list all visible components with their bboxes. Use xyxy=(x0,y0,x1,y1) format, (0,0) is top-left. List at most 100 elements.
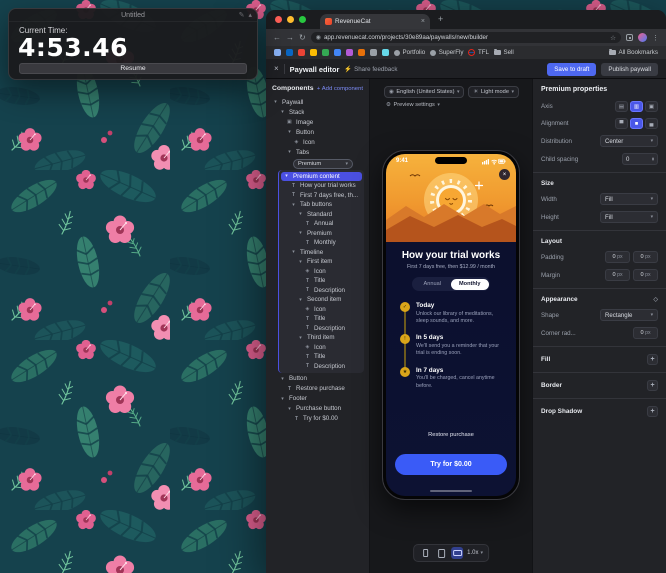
tree-item[interactable]: Tabs xyxy=(269,147,366,157)
width-dropdown[interactable]: Fill ▾ xyxy=(600,193,658,205)
tree-item[interactable]: Try for $0.00 xyxy=(269,414,366,424)
margin-input[interactable]: 0px xyxy=(633,269,658,281)
save-to-draft-button[interactable]: Save to draft xyxy=(547,63,596,76)
tree-item[interactable]: Third item xyxy=(281,333,362,343)
bookmark-star-icon[interactable]: ☆ xyxy=(610,34,616,42)
bookmark-favicon[interactable] xyxy=(322,49,329,56)
add-border-button[interactable]: + xyxy=(647,380,658,391)
zoom-level-dropdown[interactable]: 1.0x ▾ xyxy=(467,550,483,556)
tree-item[interactable]: Icon xyxy=(281,267,362,277)
purchase-cta-button[interactable]: Try for $0.00 xyxy=(395,454,507,475)
tree-item[interactable]: How your trial works xyxy=(281,181,362,191)
restore-purchase-link[interactable]: Restore purchase xyxy=(386,432,516,438)
tree-item[interactable]: Description xyxy=(281,324,362,334)
axis-vertical-button[interactable]: ▥ xyxy=(630,101,643,112)
tree-item[interactable]: First 7 days free, th... xyxy=(281,191,362,201)
profile-avatar[interactable] xyxy=(638,33,647,42)
child-spacing-input[interactable]: 0 ▴▾ xyxy=(622,153,658,165)
tree-item[interactable]: Tab buttons xyxy=(281,200,362,210)
bookmark-favicon[interactable] xyxy=(298,49,305,56)
add-fill-button[interactable]: + xyxy=(647,354,658,365)
close-window-button[interactable] xyxy=(275,16,282,23)
shape-dropdown[interactable]: Rectangle ▾ xyxy=(600,309,658,321)
browser-tab[interactable]: RevenueCat × xyxy=(320,14,430,29)
close-editor-icon[interactable]: × xyxy=(274,65,279,73)
bookmark-portfolio[interactable]: Portfolio xyxy=(394,49,425,56)
bookmark-superfly[interactable]: SuperFly xyxy=(430,49,463,56)
bookmark-favicon[interactable] xyxy=(274,49,281,56)
timer-titlebar[interactable]: Untitled ✎ ▴ xyxy=(9,9,257,22)
all-bookmarks-button[interactable]: All Bookmarks xyxy=(609,49,658,56)
tree-item[interactable]: Purchase button xyxy=(269,404,366,414)
plan-annual-tab[interactable]: Annual xyxy=(414,279,452,290)
tree-item[interactable]: Description xyxy=(281,286,362,296)
bookmark-favicon[interactable] xyxy=(346,49,353,56)
paywall-close-button[interactable]: × xyxy=(499,169,510,180)
bookmark-favicon[interactable] xyxy=(358,49,365,56)
bookmark-favicon[interactable] xyxy=(370,49,377,56)
align-start-button[interactable]: ▀ xyxy=(615,118,628,129)
tree-item[interactable]: Second item xyxy=(281,295,362,305)
tree-item[interactable]: Monthly xyxy=(281,238,362,248)
bookmark-favicon[interactable] xyxy=(382,49,389,56)
add-component-button[interactable]: + Add component xyxy=(317,86,363,92)
language-dropdown[interactable]: ◉ English (United States) ▾ xyxy=(384,86,464,98)
device-tablet-button[interactable] xyxy=(435,547,447,559)
bookmark-favicon[interactable] xyxy=(286,49,293,56)
tree-item[interactable]: Icon xyxy=(281,343,362,353)
corner-radius-input[interactable]: 0 px xyxy=(633,327,658,339)
height-dropdown[interactable]: Fill ▾ xyxy=(600,211,658,223)
bookmark-sell[interactable]: Sell xyxy=(494,49,514,56)
axis-zstack-button[interactable]: ▣ xyxy=(645,101,658,112)
forward-icon[interactable]: → xyxy=(286,34,294,42)
resume-button[interactable]: Resume xyxy=(19,63,247,74)
tree-item[interactable]: Title xyxy=(281,352,362,362)
extensions-icon[interactable] xyxy=(626,34,633,41)
publish-paywall-button[interactable]: Publish paywall xyxy=(601,63,658,76)
address-bar[interactable]: ◉ app.revenuecat.com/projects/30e89aa/pa… xyxy=(311,32,621,43)
site-info-icon[interactable]: ◉ xyxy=(316,34,321,41)
preview-settings-dropdown[interactable]: ⚙ Preview settings ▾ xyxy=(384,102,440,108)
tree-item[interactable]: Image xyxy=(269,117,366,127)
share-feedback-link[interactable]: ⚡ Share feedback xyxy=(344,65,397,73)
back-icon[interactable]: ← xyxy=(273,34,281,42)
axis-horizontal-button[interactable]: ▤ xyxy=(615,101,628,112)
tree-item[interactable]: Annual xyxy=(281,219,362,229)
tree-item[interactable]: Description xyxy=(281,362,362,372)
align-end-button[interactable]: ▄ xyxy=(645,118,658,129)
bookmark-favicon[interactable] xyxy=(334,49,341,56)
tree-item[interactable]: Restore purchase xyxy=(269,384,366,394)
zoom-window-button[interactable] xyxy=(299,16,306,23)
bookmark-favicon[interactable] xyxy=(310,49,317,56)
tree-item[interactable]: First item xyxy=(281,257,362,267)
reload-icon[interactable]: ↻ xyxy=(299,34,306,42)
distribution-dropdown[interactable]: Center ▾ xyxy=(600,135,658,147)
add-drop-shadow-button[interactable]: + xyxy=(647,406,658,417)
minimize-window-button[interactable] xyxy=(287,16,294,23)
align-center-button[interactable]: ■ xyxy=(630,118,643,129)
padding-input[interactable]: 0px xyxy=(605,251,630,263)
tree-item[interactable]: Button xyxy=(269,127,366,137)
tree-item[interactable]: Title xyxy=(281,314,362,324)
device-phone-button[interactable] xyxy=(419,547,431,559)
tree-item[interactable]: Standard xyxy=(281,210,362,220)
bookmark-tfl[interactable]: TFL xyxy=(468,49,489,56)
tree-item[interactable]: Icon xyxy=(281,305,362,315)
device-landscape-button[interactable] xyxy=(451,547,463,559)
expand-icon[interactable]: ▴ xyxy=(248,11,252,19)
tree-item[interactable]: Premium xyxy=(281,229,362,239)
padding-input[interactable]: 0px xyxy=(633,251,658,263)
edit-icon[interactable]: ✎ xyxy=(239,11,245,19)
tree-item[interactable]: Button xyxy=(269,374,366,384)
plan-monthly-tab[interactable]: Monthly xyxy=(451,279,489,290)
appearance-mode-dropdown[interactable]: ☀ Light mode ▾ xyxy=(468,86,519,98)
tree-item[interactable]: Timeline xyxy=(281,248,362,258)
tree-item[interactable]: Stack xyxy=(269,107,366,117)
tab-selector-dropdown[interactable]: Premium ▾ xyxy=(293,159,353,169)
tree-item[interactable]: Icon xyxy=(269,137,366,147)
tree-item[interactable]: Footer xyxy=(269,394,366,404)
new-tab-button[interactable]: + xyxy=(438,15,443,24)
tree-item[interactable]: Title xyxy=(281,276,362,286)
margin-input[interactable]: 0px xyxy=(605,269,630,281)
tree-item-selected[interactable]: Premium content xyxy=(281,172,362,182)
